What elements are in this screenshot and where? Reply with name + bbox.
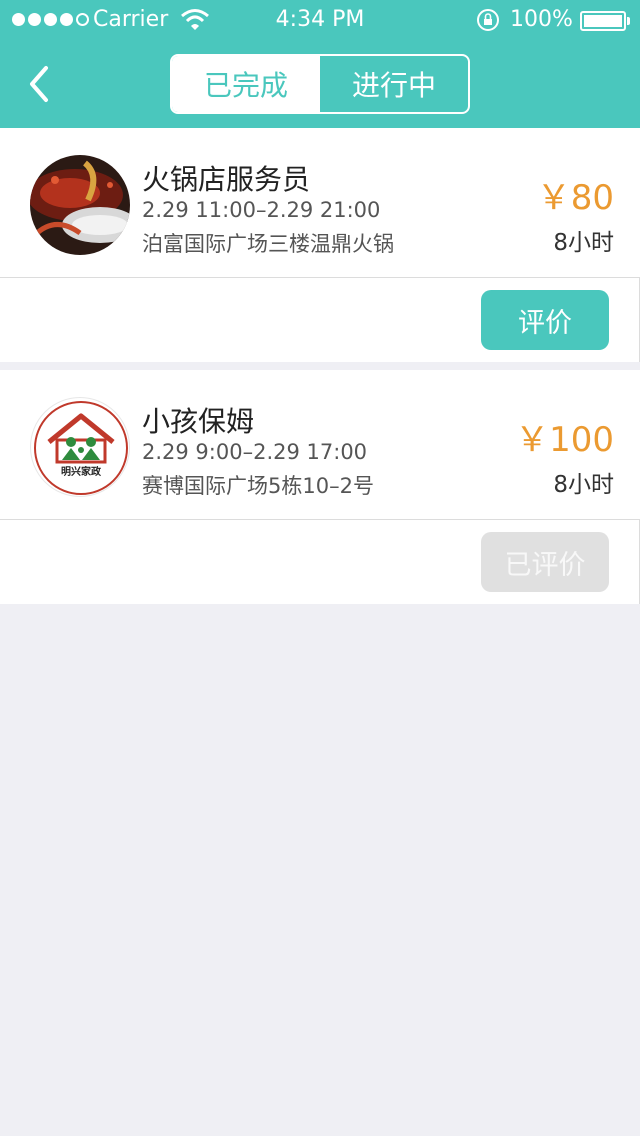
order-price: ￥80 bbox=[536, 178, 614, 218]
order-actions: 已评价 bbox=[0, 520, 640, 604]
order-title: 小孩保姆 bbox=[142, 405, 255, 438]
chevron-left-icon[interactable] bbox=[22, 62, 62, 106]
battery-percent: 100% bbox=[510, 7, 573, 32]
order-title: 火锅店服务员 bbox=[142, 163, 311, 196]
order-time: 2.29 11:00–2.29 21:00 bbox=[142, 198, 381, 222]
order-duration: 8小时 bbox=[553, 230, 614, 256]
order-location: 赛博国际广场5栋10–2号 bbox=[142, 474, 374, 498]
tab-completed[interactable]: 已完成 bbox=[172, 56, 320, 112]
rotation-lock-icon bbox=[477, 9, 499, 31]
order-time: 2.29 9:00–2.29 17:00 bbox=[142, 440, 368, 464]
order-info[interactable]: 明兴家政 小孩保姆 2.29 9:00–2.29 17:00 赛博国际广场5栋1… bbox=[0, 370, 640, 520]
order-info[interactable]: 火锅店服务员 2.29 11:00–2.29 21:00 泊富国际广场三楼温鼎火… bbox=[0, 128, 640, 278]
rated-button: 已评价 bbox=[481, 532, 609, 592]
order-duration: 8小时 bbox=[553, 472, 614, 498]
order-status-tabs: 已完成 进行中 bbox=[170, 54, 470, 114]
order-actions: 评价 bbox=[0, 278, 640, 362]
hotpot-avatar bbox=[30, 155, 130, 255]
battery-icon bbox=[580, 11, 626, 31]
status-bar: Carrier 4:34 PM 100% bbox=[0, 0, 640, 40]
house-logo-avatar: 明兴家政 bbox=[30, 397, 130, 497]
rate-button[interactable]: 评价 bbox=[481, 290, 609, 350]
order-card: 火锅店服务员 2.29 11:00–2.29 21:00 泊富国际广场三楼温鼎火… bbox=[0, 128, 640, 362]
order-price: ￥100 bbox=[515, 420, 614, 460]
nav-bar: Carrier 4:34 PM 100% 已完成 进行中 bbox=[0, 0, 640, 128]
logo-text: 明兴家政 bbox=[61, 465, 102, 478]
tab-in-progress[interactable]: 进行中 bbox=[320, 56, 468, 112]
order-location: 泊富国际广场三楼温鼎火锅 bbox=[142, 232, 394, 256]
order-card: 明兴家政 小孩保姆 2.29 9:00–2.29 17:00 赛博国际广场5栋1… bbox=[0, 370, 640, 604]
